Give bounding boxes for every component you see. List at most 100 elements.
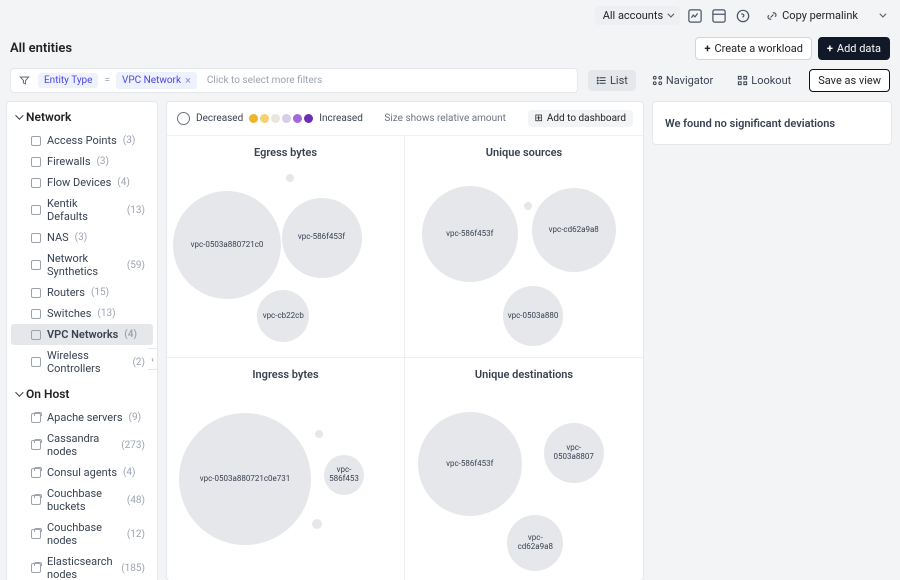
- sidebar-item[interactable]: NAS(3): [11, 227, 153, 248]
- sidebar-item-label: Elasticsearch nodes: [47, 555, 115, 580]
- legend-size-note: Size shows relative amount: [384, 113, 506, 124]
- chart-bubble[interactable]: vpc-0503a880721c0: [173, 191, 281, 299]
- sidebar-item-label: VPC Networks: [47, 328, 118, 341]
- checkbox-icon: [31, 233, 41, 243]
- sidebar-item-count: (9): [129, 412, 142, 423]
- layout-icon[interactable]: [710, 7, 728, 25]
- sidebar: NetworkAccess Points(3) Firewalls (3) Flow …: [6, 101, 158, 580]
- sidebar-item-label: Firewalls: [47, 155, 91, 168]
- chart-bubble[interactable]: [315, 430, 323, 438]
- sidebar-item[interactable]: Apache servers(9): [11, 407, 153, 428]
- chart-bubble[interactable]: vpc-586f453: [324, 455, 364, 495]
- chart-bubble[interactable]: vpc-cb22cb: [257, 290, 309, 342]
- sidebar-item-count: (3): [123, 135, 136, 146]
- sidebar-item[interactable]: Elasticsearch nodes(185): [11, 551, 153, 580]
- host-icon: [31, 413, 41, 423]
- bubble-label: vpc-586f453f: [446, 230, 493, 239]
- checkbox-icon: [31, 157, 41, 167]
- add-data-button[interactable]: + Add data: [818, 37, 890, 60]
- account-selector[interactable]: All accounts: [595, 6, 680, 25]
- sidebar-item[interactable]: Cassandra nodes (273): [11, 428, 153, 462]
- chart-bubble[interactable]: [524, 202, 532, 210]
- copy-permalink-button[interactable]: Copy permalink: [758, 6, 866, 25]
- legend-dot: [282, 114, 291, 123]
- add-data-label: Add data: [837, 42, 881, 55]
- sidebar-group-header[interactable]: Network: [7, 102, 157, 130]
- legend-color-scale: [249, 114, 313, 123]
- navigator-icon: [652, 75, 663, 86]
- legend-dot: [260, 114, 269, 123]
- sidebar-collapse-handle[interactable]: ‹: [148, 348, 158, 370]
- sidebar-item[interactable]: Flow Devices(4): [11, 172, 153, 193]
- sidebar-item[interactable]: Couchbase buckets(48): [11, 483, 153, 517]
- sidebar-item-label: Cassandra nodes: [47, 432, 115, 458]
- bubble-label: vpc-0503a8807: [548, 444, 600, 462]
- sidebar-item[interactable]: Couchbase nodes(12): [11, 517, 153, 551]
- view-tab-lookout[interactable]: Lookout: [729, 70, 799, 91]
- view-tab-list-label: List: [610, 74, 628, 87]
- sidebar-item-count: (3): [97, 156, 110, 167]
- chart-title: Ingress bytes: [173, 368, 398, 381]
- sidebar-item[interactable]: Firewalls (3): [11, 151, 153, 172]
- host-icon: [31, 529, 41, 539]
- filter-input[interactable]: Entity Type = VPC Network × Click to sel…: [10, 68, 578, 93]
- bubble-label: vpc-0503a880721c0e731: [200, 475, 291, 484]
- page-title: All entities: [10, 41, 72, 56]
- save-as-view-button[interactable]: Save as view: [809, 69, 890, 92]
- chart-bubble[interactable]: vpc-586f453f: [422, 186, 518, 282]
- filter-icon: [17, 75, 32, 86]
- sidebar-item-label: Couchbase nodes: [47, 521, 121, 547]
- filter-chip-entity-type[interactable]: Entity Type: [38, 73, 98, 88]
- view-tab-navigator[interactable]: Navigator: [644, 70, 721, 91]
- sidebar-item[interactable]: VPC Networks(4): [11, 324, 153, 345]
- chart-cell: Unique sourcesvpc-586f453fvpc-cd62a9a8vp…: [405, 136, 643, 358]
- create-workload-button[interactable]: + Create a workload: [695, 37, 811, 60]
- chart-bubble[interactable]: vpc-0503a880: [503, 286, 563, 346]
- sidebar-item-count: (2): [132, 357, 145, 368]
- chart-bubble[interactable]: vpc-cd62a9a8: [507, 515, 563, 571]
- gear-icon[interactable]: [177, 112, 190, 125]
- list-icon: [596, 75, 607, 86]
- sidebar-item-label: Couchbase buckets: [47, 487, 121, 513]
- sidebar-group-header[interactable]: On Host: [7, 379, 157, 407]
- sidebar-item[interactable]: Access Points(3): [11, 130, 153, 151]
- legend-decreased: Decreased: [196, 113, 243, 124]
- sidebar-item-label: Flow Devices: [47, 176, 111, 189]
- add-to-dashboard-button[interactable]: ⊞ Add to dashboard: [528, 110, 633, 127]
- sidebar-item[interactable]: Network Synthetics(59): [11, 248, 153, 282]
- metrics-icon[interactable]: [686, 7, 704, 25]
- chip-label: Entity Type: [44, 75, 92, 86]
- chart-bubble[interactable]: vpc-cd62a9a8: [532, 188, 616, 272]
- host-icon: [31, 563, 41, 573]
- chart-bubble[interactable]: vpc-586f453f: [418, 412, 522, 516]
- link-icon: [766, 10, 778, 22]
- host-icon: [31, 468, 41, 478]
- help-icon[interactable]: [734, 7, 752, 25]
- checkbox-icon: [31, 357, 41, 367]
- chart-bubble[interactable]: [312, 519, 322, 529]
- checkbox-icon: [31, 288, 41, 298]
- filter-chip-vpc-network[interactable]: VPC Network ×: [116, 72, 197, 89]
- plus-icon: +: [704, 42, 710, 55]
- sidebar-item-count: (273): [121, 440, 145, 451]
- close-icon[interactable]: ×: [185, 74, 191, 87]
- sidebar-item-count: (13): [97, 308, 115, 319]
- chart-cell: Egress bytesvpc-0503a880721c0vpc-586f453…: [167, 136, 405, 358]
- view-tab-list[interactable]: List: [588, 70, 636, 91]
- sidebar-item[interactable]: Switches(13): [11, 303, 153, 324]
- host-icon: [31, 440, 41, 450]
- checkbox-icon: [31, 205, 41, 215]
- sidebar-item[interactable]: Wireless Controllers(2): [11, 345, 153, 379]
- account-selector-label: All accounts: [603, 9, 663, 22]
- sidebar-item[interactable]: Routers(15): [11, 282, 153, 303]
- sidebar-item[interactable]: Consul agents(4): [11, 462, 153, 483]
- chart-bubble[interactable]: vpc-0503a8807: [544, 423, 604, 483]
- chart-bubble[interactable]: vpc-586f453f: [282, 198, 362, 278]
- filter-placeholder: Click to select more filters: [203, 75, 322, 86]
- chart-bubble[interactable]: [286, 174, 294, 182]
- bubble-label: vpc-cd62a9a8: [549, 226, 599, 235]
- bubble-label: vpc-586f453f: [446, 460, 493, 469]
- chevron-down-icon[interactable]: [872, 7, 890, 25]
- chart-bubble[interactable]: vpc-0503a880721c0e731: [179, 413, 311, 545]
- sidebar-item[interactable]: Kentik Defaults(13): [11, 193, 153, 227]
